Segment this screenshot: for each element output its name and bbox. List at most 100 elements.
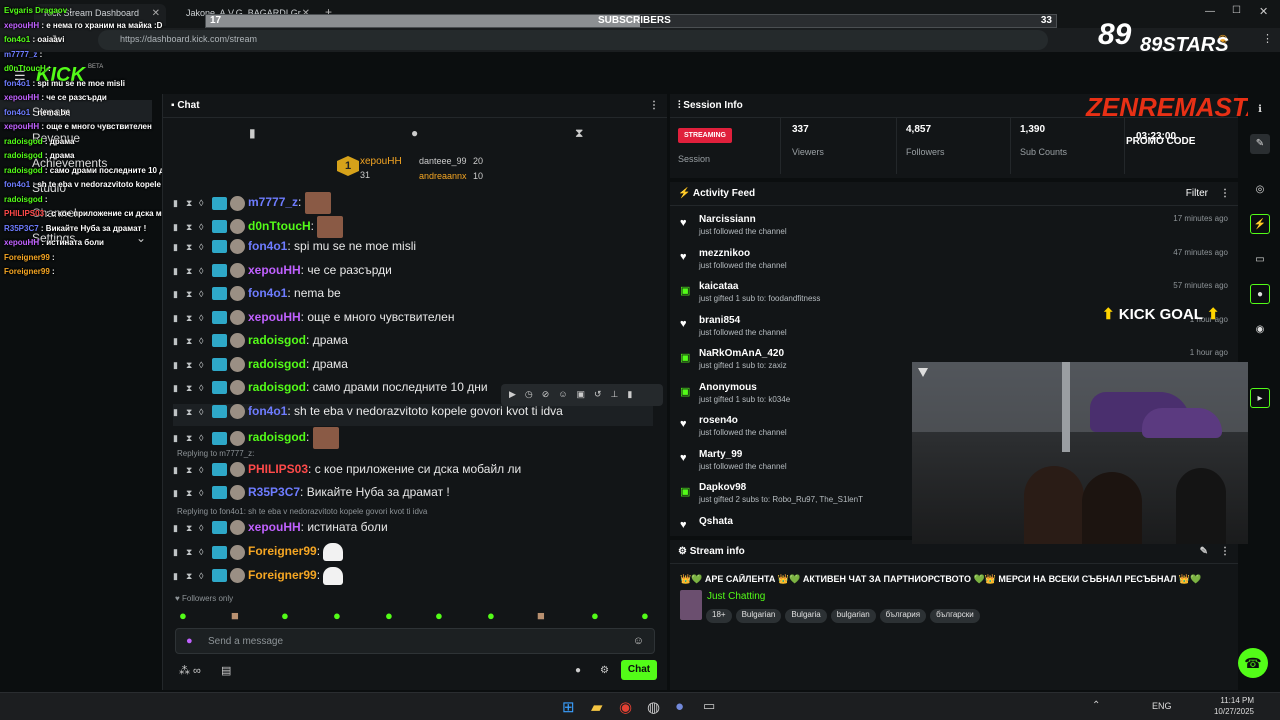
support-button[interactable]: ☎ [1238,648,1268,678]
clipboard-icon[interactable]: ▭ [1250,250,1270,270]
language-indicator[interactable]: ENG [1152,701,1172,711]
activity-user[interactable]: mezznikoo [699,248,750,259]
edit-icon[interactable]: ✎ [1200,546,1208,557]
points-icon[interactable]: ⁂ ∞ [179,664,201,677]
chat-username[interactable]: fon4o1 [248,286,287,300]
hourglass-icon[interactable]: ⧗ [186,465,195,476]
shield-icon[interactable]: ◊ [199,222,208,232]
stream-tag[interactable]: bulgarian [830,609,876,623]
activity-user[interactable]: Narcissiann [699,214,756,225]
shield-icon[interactable]: ◊ [199,547,208,557]
chat-message-row[interactable]: ▮ ⧗ ◊ fon4o1: spi mu se ne moe misli [173,239,653,261]
edit-icon[interactable]: ✎ [1250,134,1270,154]
shield-icon[interactable]: ◊ [199,407,208,417]
chat-message-row[interactable]: ▮ ⧗ ◊ fon4o1: sh te eba v nedorazvitoto kop… [173,403,653,426]
window-close-icon[interactable]: ✕ [1259,5,1268,18]
chat-username[interactable]: radoisgod [248,357,306,371]
trash-icon[interactable]: ▮ [173,433,182,444]
chat-username[interactable]: fon4o1 [248,404,287,418]
trash-icon[interactable]: ▮ [173,313,182,324]
trash-icon[interactable]: ▮ [173,198,182,209]
trash-icon[interactable]: ▮ [173,407,182,418]
activity-user[interactable]: rosen4o [699,415,738,426]
hourglass-icon[interactable]: ⧗ [186,198,195,209]
chat-message-row[interactable]: ▮ ⧗ ◊ m7777_z: [173,192,653,214]
shield-icon[interactable]: ◊ [199,289,208,299]
hourglass-icon[interactable]: ⧗ [186,222,195,233]
bolt-icon[interactable]: ⚡ [1250,214,1270,234]
steam-icon[interactable]: ◍ [647,698,660,716]
hourglass-icon[interactable]: ⧗ [186,242,195,253]
chat-username[interactable]: radoisgod [248,380,306,394]
stream-tag[interactable]: 18+ [706,609,732,623]
chat-username[interactable]: radoisgod [248,333,306,347]
settings-icon[interactable]: ⚙ [600,665,609,676]
url-input[interactable]: https://dashboard.kick.com/stream [98,30,1048,50]
hourglass-icon[interactable]: ⧗ [186,289,195,300]
shield-icon[interactable]: ◊ [199,266,208,276]
hourglass-icon[interactable]: ⧗ [186,488,195,499]
chat-bubble-icon[interactable]: ● [575,665,581,676]
stream-tag[interactable]: български [930,609,980,623]
shield-icon[interactable]: ◊ [199,523,208,533]
trash-icon[interactable]: ▮ [249,126,256,140]
more-icon[interactable]: ⋮ [1220,546,1230,557]
clock-date[interactable]: 10/27/2025 [1212,707,1254,716]
emoji-icon[interactable]: ☺ [633,635,644,647]
chat-username[interactable]: xepouHH [248,310,301,324]
chevron-up-icon[interactable]: ⌃ [1092,700,1100,711]
chat-username[interactable]: fon4o1 [248,239,287,253]
stream-tag[interactable]: българия [879,609,927,623]
trash-icon[interactable]: ▮ [173,571,182,582]
shield-icon[interactable]: ◊ [199,383,208,393]
chat-message-row[interactable]: ▮ ⧗ ◊ Foreigner99: [173,566,653,589]
activity-user[interactable]: kaicataa [699,281,738,292]
category-thumbnail[interactable] [680,590,702,620]
trash-icon[interactable]: ▮ [173,289,182,300]
windows-start-icon[interactable]: ⊞ [562,698,575,716]
chat-username[interactable]: radoisgod [248,430,306,444]
chat-username[interactable]: PHILIPS03 [248,462,308,476]
trash-icon[interactable]: ▮ [173,383,182,394]
shield-icon[interactable]: ◊ [199,433,208,443]
category-link[interactable]: Just Chatting [707,591,765,602]
chat-message-row[interactable]: ▮ ⧗ ◊ radoisgod: драма [173,333,653,355]
hourglass-icon[interactable]: ⧗ [186,336,195,347]
hourglass-icon[interactable]: ⧗ [186,547,195,558]
info-icon[interactable]: ℹ [1250,100,1270,120]
file-explorer-icon[interactable]: ▰ [591,698,603,716]
emote-bar[interactable]: ● ■ ● ● ● ● ● ■ ● ● [175,608,655,626]
emote-icon[interactable]: ● [411,126,418,140]
trash-icon[interactable]: ▮ [173,336,182,347]
activity-user[interactable]: Anonymous [699,382,757,393]
trash-icon[interactable]: ▮ [173,266,182,277]
shield-icon[interactable]: ◊ [199,360,208,370]
chat-message-row[interactable]: ▮ ⧗ ◊ xepouHH: че се разсърди [173,263,653,285]
chat-message-row[interactable]: ▮ ⧗ ◊ d0nTtoucH: [173,215,653,238]
chat-message-row[interactable]: ▮ ⧗ ◊ radoisgod: драма [173,357,653,379]
shield-icon[interactable]: ◊ [199,488,208,498]
shield-icon[interactable]: ◊ [199,313,208,323]
trash-icon[interactable]: ▮ [173,360,182,371]
trash-icon[interactable]: ▮ [173,222,182,233]
shield-icon[interactable]: ◊ [199,465,208,475]
broadcast-icon[interactable]: ◉ [1250,320,1270,340]
activity-user[interactable]: brani854 [699,315,740,326]
shield-icon[interactable]: ◊ [199,242,208,252]
activity-user[interactable]: Dapkov98 [699,482,746,493]
trash-icon[interactable]: ▮ [173,488,182,499]
shield-icon[interactable]: ◊ [199,571,208,581]
clock-time[interactable]: 11:14 PM [1220,696,1254,705]
store-icon[interactable]: ▤ [221,664,231,677]
activity-user[interactable]: NaRkOmAnA_420 [699,348,784,359]
chat-username[interactable]: xepouHH [248,263,301,277]
chat-message-row[interactable]: ▮ ⧗ ◊ R35P3C7: Викайте Нуба за драмат ! [173,485,653,507]
chat-username[interactable]: Foreigner99 [248,544,317,558]
trash-icon[interactable]: ▮ [173,547,182,558]
hourglass-icon[interactable]: ⧗ [186,523,195,534]
message-action-toolbar[interactable]: ▶◷⊘☺▣↺⊥▮ [501,384,663,406]
trash-icon[interactable]: ▮ [173,465,182,476]
hourglass-icon[interactable]: ⧗ [186,313,195,324]
hourglass-icon[interactable]: ⧗ [186,407,195,418]
menu-icon[interactable]: ⋮ [1262,32,1273,45]
